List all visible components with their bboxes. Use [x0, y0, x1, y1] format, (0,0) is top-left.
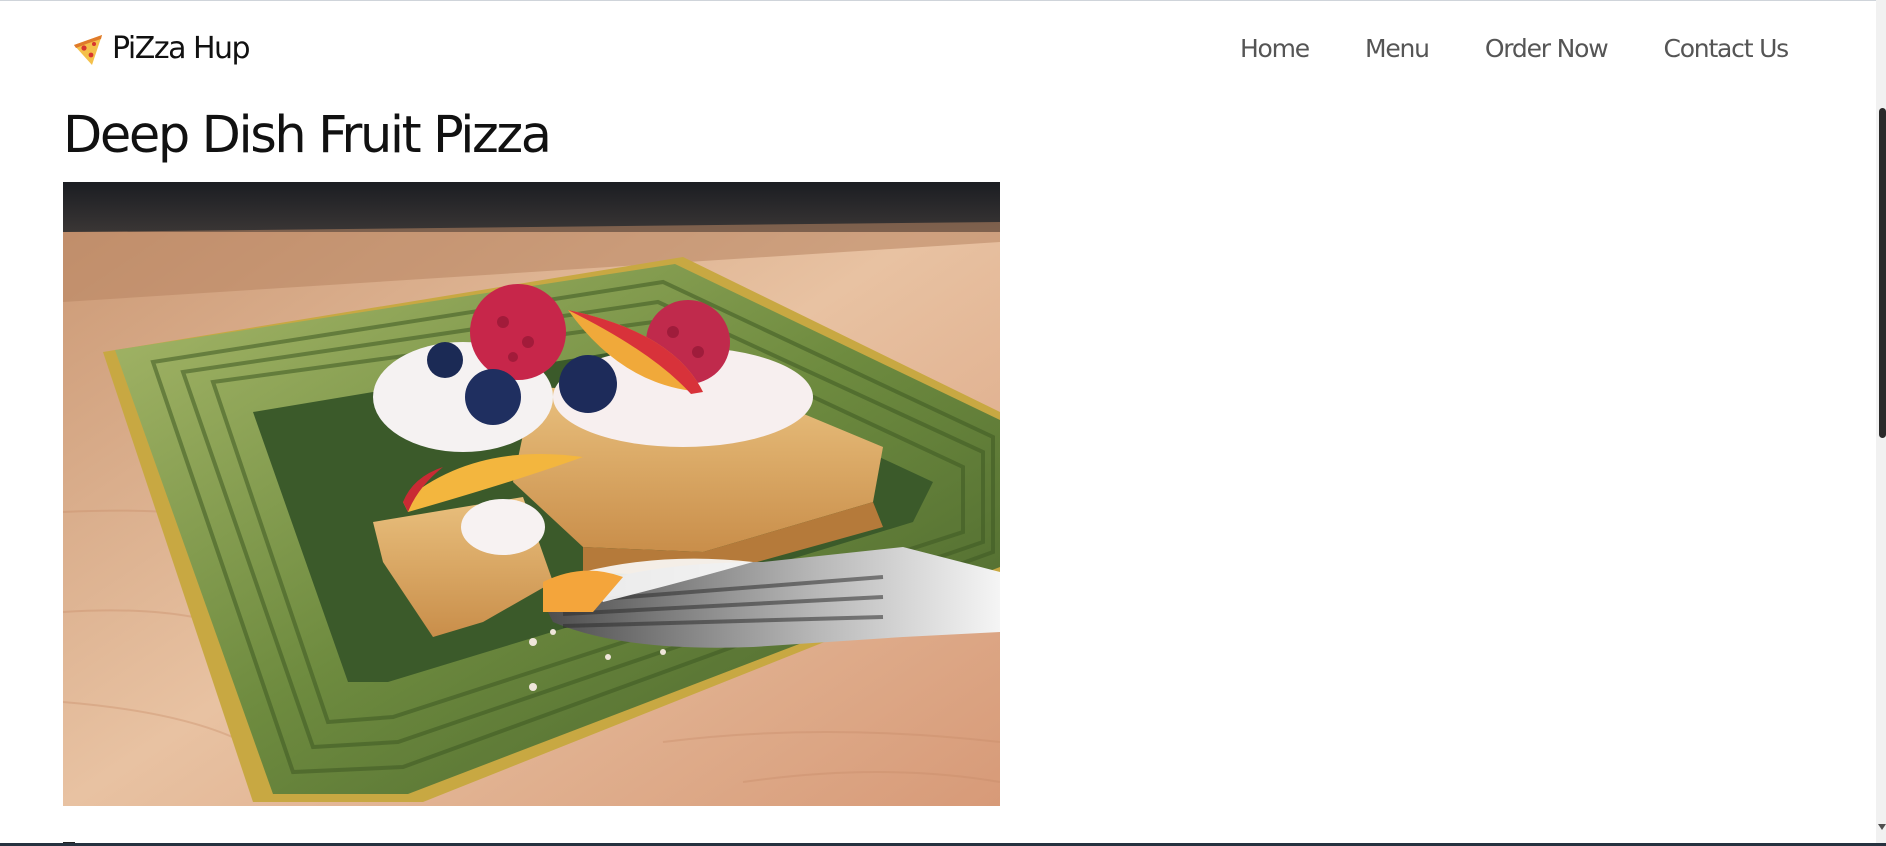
nav-link-order-now[interactable]: Order Now: [1485, 29, 1609, 69]
scrollbar-thumb[interactable]: [1879, 108, 1886, 438]
browser-viewport: PiZza Hup Home Menu Order Now Contact Us…: [0, 0, 1876, 844]
brand-name: PiZza Hup: [112, 31, 251, 66]
nav-link-home[interactable]: Home: [1240, 29, 1310, 69]
nav-menu: Home Menu Order Now Contact Us: [1240, 29, 1789, 69]
navbar: PiZza Hup Home Menu Order Now Contact Us: [0, 1, 1876, 97]
scroll-down-arrow-icon[interactable]: [1878, 824, 1886, 830]
nav-link-contact-us[interactable]: Contact Us: [1663, 29, 1789, 69]
brand-logo-link[interactable]: PiZza Hup: [70, 29, 251, 69]
page-scrollbar[interactable]: [1876, 0, 1886, 843]
page-title: Deep Dish Fruit Pizza: [63, 106, 552, 165]
nav-link-menu[interactable]: Menu: [1365, 29, 1430, 69]
pizza-slice-icon: [74, 35, 102, 65]
fruit-pizza-photo: [63, 182, 1000, 806]
